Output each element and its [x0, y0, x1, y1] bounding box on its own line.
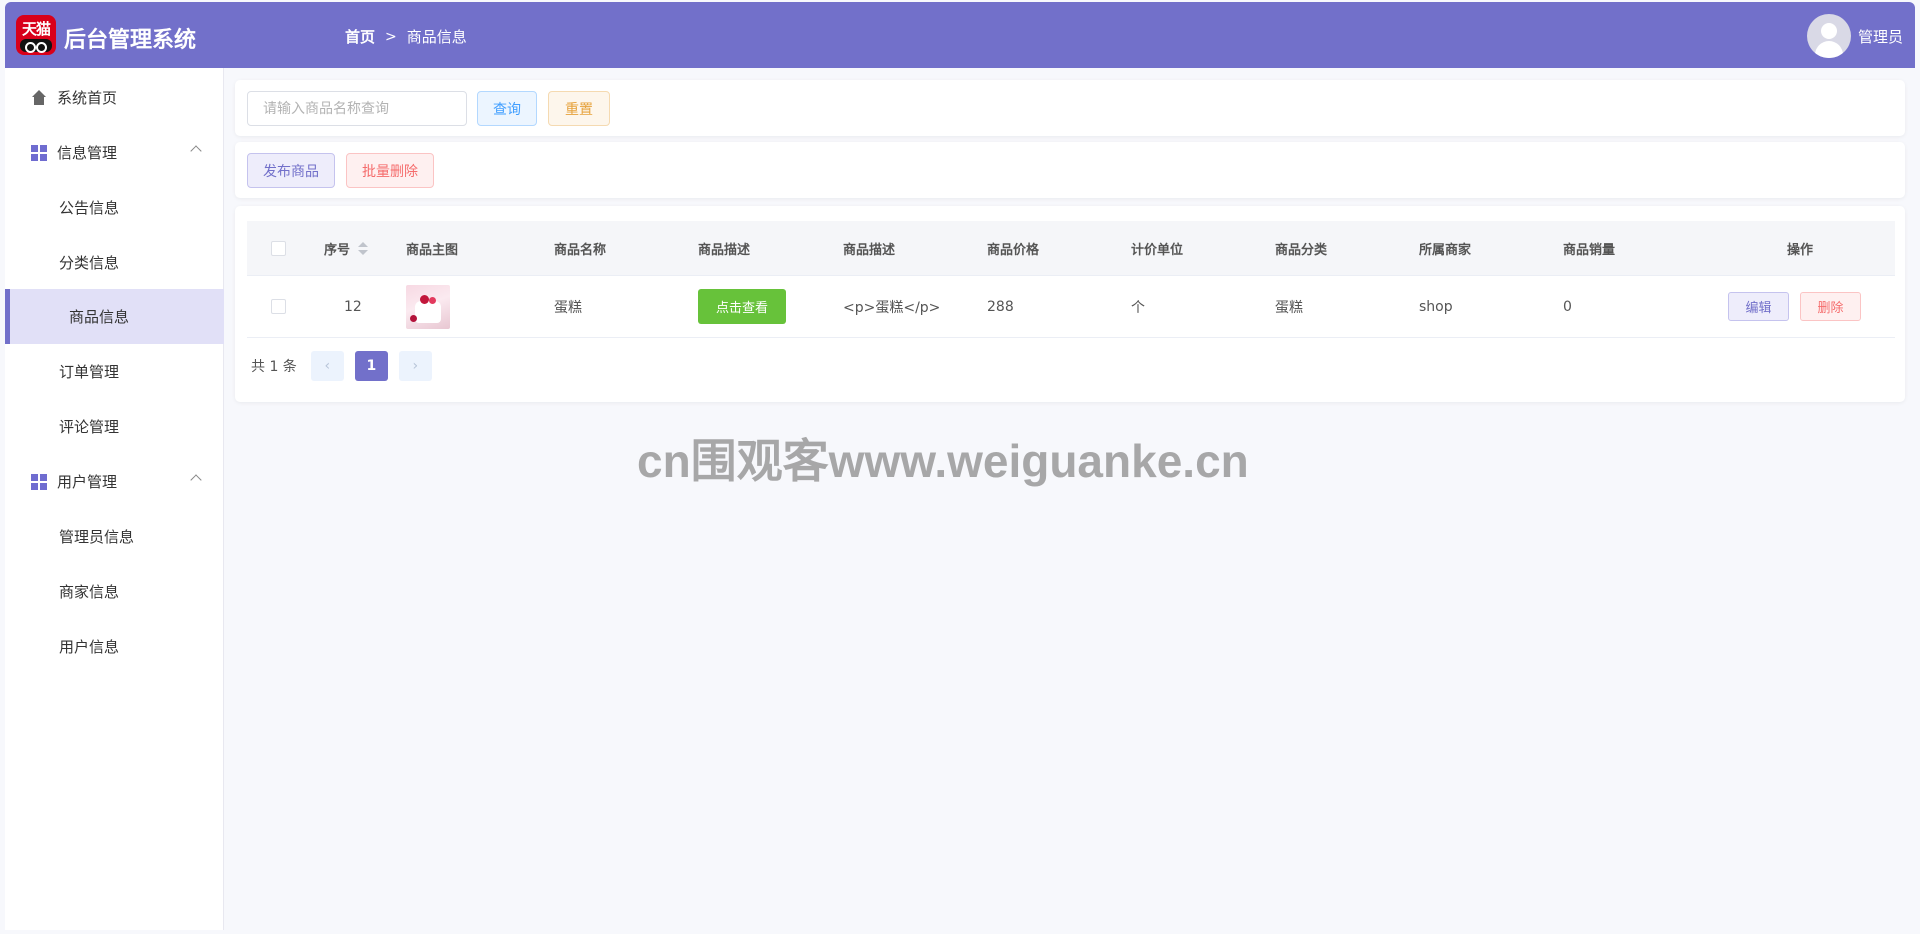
sidebar-item-label: 用户信息 — [59, 638, 120, 656]
cell-unit: 个 — [1131, 299, 1145, 316]
cell-sales: 0 — [1563, 298, 1572, 315]
sidebar-item-category[interactable]: 分类信息 — [5, 235, 224, 290]
cell-desc-text: <p>蛋糕</p> — [843, 299, 941, 316]
column-price: 商品价格 — [987, 242, 1040, 258]
breadcrumb: 首页 > 商品信息 — [345, 26, 467, 47]
view-description-button[interactable]: 点击查看 — [698, 289, 786, 324]
user-name[interactable]: 管理员 — [1858, 26, 1903, 47]
pagination: 共 1 条 ‹ 1 › — [251, 351, 443, 381]
publish-goods-button[interactable]: 发布商品 — [247, 153, 335, 188]
column-merchant: 所属商家 — [1419, 242, 1472, 258]
chevron-left-icon: ‹ — [324, 358, 331, 374]
column-index[interactable]: 序号 — [324, 221, 369, 275]
cell-ops: 编辑 删除 — [1728, 276, 1861, 337]
sidebar-item-label: 公告信息 — [59, 199, 120, 217]
action-bar: 发布商品 批量删除 — [235, 142, 1905, 198]
select-all-checkbox[interactable] — [271, 221, 286, 275]
sidebar-item-comments[interactable]: 评论管理 — [5, 399, 224, 454]
sidebar-item-label: 分类信息 — [59, 254, 120, 272]
sidebar-item-label: 评论管理 — [59, 418, 120, 436]
goods-table-card: 序号 商品主图 商品名称 商品描述 商品描述 商品价格 计价单位 商品分类 所属… — [235, 206, 1905, 402]
grid-icon — [31, 473, 47, 490]
cell-category: 蛋糕 — [1275, 299, 1303, 316]
chevron-up-icon — [190, 474, 202, 486]
breadcrumb-home-link[interactable]: 首页 — [345, 26, 375, 47]
delete-button[interactable]: 删除 — [1800, 292, 1861, 321]
table-row: 12 蛋糕 点击查看 <p>蛋糕</p> 288 个 蛋糕 shop 0 编辑 … — [247, 276, 1895, 338]
cell-desc-button: 点击查看 — [698, 276, 786, 337]
app-title: 后台管理系统 — [64, 28, 197, 53]
sidebar-item-notice[interactable]: 公告信息 — [5, 180, 224, 235]
sidebar-item-label: 系统首页 — [57, 89, 118, 107]
page-number-current[interactable]: 1 — [354, 351, 388, 381]
cell-merchant: shop — [1419, 298, 1453, 315]
batch-delete-button[interactable]: 批量删除 — [346, 153, 434, 188]
cell-price: 288 — [987, 298, 1014, 315]
query-button[interactable]: 查询 — [477, 91, 537, 126]
column-image: 商品主图 — [406, 242, 459, 258]
sidebar-item-label: 订单管理 — [59, 363, 120, 381]
breadcrumb-current: 商品信息 — [406, 28, 467, 46]
top-header: 天猫 后台管理系统 首页 > 商品信息 管理员 — [5, 2, 1915, 68]
sidebar-item-admins[interactable]: 管理员信息 — [5, 509, 224, 564]
column-index-label: 序号 — [324, 242, 351, 258]
logo-icon: 天猫 — [16, 15, 56, 55]
home-icon — [31, 89, 47, 106]
sidebar-item-merchants[interactable]: 商家信息 — [5, 564, 224, 619]
cell-index: 12 — [344, 298, 362, 315]
sort-icon[interactable] — [358, 241, 369, 255]
column-desc-button: 商品描述 — [698, 242, 751, 258]
cell-image[interactable] — [406, 276, 450, 337]
sidebar-group-users[interactable]: 用户管理 — [5, 454, 224, 509]
column-name: 商品名称 — [554, 242, 607, 258]
chevron-up-icon — [190, 145, 202, 157]
edit-button[interactable]: 编辑 — [1728, 292, 1789, 321]
sidebar-item-goods[interactable]: 商品信息 — [5, 289, 224, 344]
sidebar-group-info[interactable]: 信息管理 — [5, 125, 224, 180]
sidebar-item-label: 商品信息 — [69, 308, 130, 326]
prev-page-button[interactable]: ‹ — [310, 351, 344, 381]
column-sales: 商品销量 — [1563, 242, 1616, 258]
goods-thumbnail[interactable] — [406, 284, 450, 329]
pagination-total: 共 1 条 — [251, 359, 297, 375]
watermark: cn围观客www.weiguanke.cn — [637, 435, 1249, 487]
column-desc-text: 商品描述 — [843, 242, 896, 258]
next-page-button[interactable]: › — [398, 351, 432, 381]
sidebar-item-label: 商家信息 — [59, 583, 120, 601]
sidebar-item-orders[interactable]: 订单管理 — [5, 344, 224, 399]
chevron-right-icon: › — [412, 358, 419, 374]
column-category: 商品分类 — [1275, 242, 1328, 258]
sidebar-item-users[interactable]: 用户信息 — [5, 619, 224, 674]
row-checkbox[interactable] — [271, 276, 286, 337]
sidebar: 系统首页 信息管理 公告信息 分类信息 商品信息 订单管理 评论管理 用户管理 … — [5, 68, 224, 930]
sidebar-item-label: 用户管理 — [57, 473, 118, 491]
grid-icon — [31, 144, 47, 161]
reset-button[interactable]: 重置 — [548, 91, 610, 126]
search-input[interactable] — [247, 91, 467, 126]
avatar[interactable] — [1806, 14, 1851, 58]
column-ops: 操作 — [1787, 242, 1814, 258]
column-unit: 计价单位 — [1131, 242, 1184, 258]
table-header: 序号 商品主图 商品名称 商品描述 商品描述 商品价格 计价单位 商品分类 所属… — [247, 221, 1895, 276]
sidebar-item-home[interactable]: 系统首页 — [5, 70, 224, 125]
cell-name: 蛋糕 — [554, 299, 582, 316]
sidebar-item-label: 管理员信息 — [59, 528, 135, 546]
breadcrumb-separator: > — [385, 28, 397, 45]
logo-text: 天猫 — [21, 20, 51, 38]
user-menu[interactable]: 管理员 — [1806, 14, 1903, 58]
search-bar: 查询 重置 — [235, 80, 1905, 136]
sidebar-item-label: 信息管理 — [57, 144, 118, 162]
